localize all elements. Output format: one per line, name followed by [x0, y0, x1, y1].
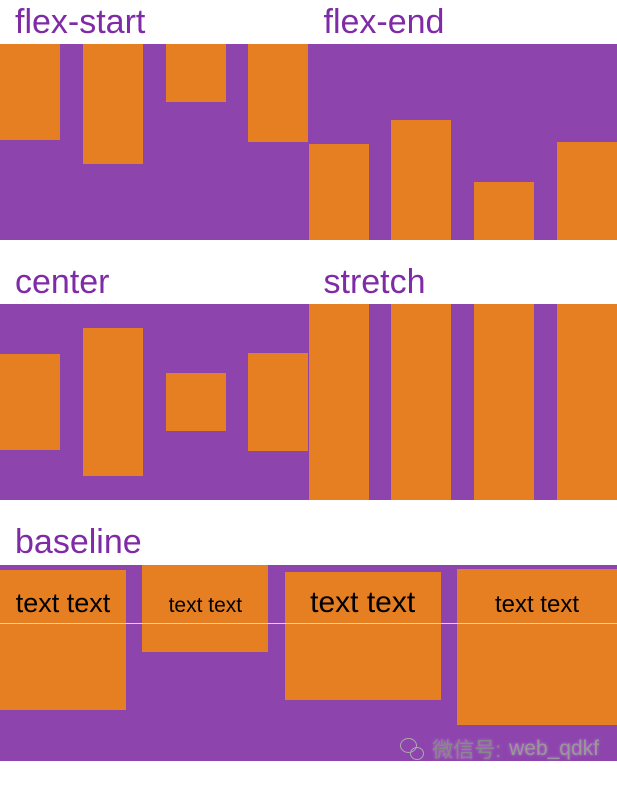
flex-container — [0, 304, 309, 500]
flex-item — [391, 304, 451, 500]
flex-container: text text text text text text text text — [0, 565, 617, 761]
flex-item — [166, 373, 226, 431]
diagram-grid: flex-start flex-end center stretch basel… — [0, 0, 617, 781]
item-text: text text — [495, 569, 579, 725]
item-text: text text — [169, 565, 243, 652]
flex-item — [309, 304, 369, 500]
flex-item — [474, 304, 534, 500]
flex-item — [391, 120, 451, 240]
box-stretch — [309, 304, 617, 500]
item-text: text text — [310, 572, 415, 700]
box-baseline: text text text text text text text text — [0, 565, 617, 761]
label-baseline: baseline — [0, 520, 617, 564]
flex-item — [166, 44, 226, 102]
watermark-label: 微信号: — [432, 734, 501, 764]
flex-item — [83, 44, 143, 164]
flex-item — [0, 44, 60, 140]
flex-item: text text — [285, 572, 441, 700]
flex-item: text text — [0, 570, 126, 710]
box-flex-start — [0, 44, 309, 240]
flex-container — [309, 304, 617, 500]
flex-item — [83, 328, 143, 476]
item-text: text text — [16, 570, 111, 710]
flex-item — [557, 304, 617, 500]
flex-item — [474, 182, 534, 240]
flex-item — [248, 44, 308, 142]
box-flex-end — [309, 44, 617, 240]
cell-flex-start: flex-start — [0, 0, 309, 260]
flex-container — [0, 44, 309, 240]
flex-item: text text — [457, 569, 617, 725]
flex-item: text text — [142, 565, 268, 652]
label-center: center — [0, 260, 309, 304]
flex-item — [309, 144, 369, 240]
wechat-icon — [400, 738, 424, 760]
label-flex-start: flex-start — [0, 0, 309, 44]
cell-flex-end: flex-end — [309, 0, 617, 260]
label-stretch: stretch — [309, 260, 617, 304]
cell-center: center — [0, 260, 309, 520]
watermark-id: web_qdkf — [509, 737, 599, 761]
flex-item — [248, 353, 308, 451]
cell-stretch: stretch — [309, 260, 617, 520]
flex-container — [309, 44, 617, 240]
baseline-guide — [0, 623, 617, 624]
flex-item — [0, 354, 60, 450]
label-flex-end: flex-end — [309, 0, 617, 44]
box-center — [0, 304, 309, 500]
watermark: 微信号: web_qdkf — [400, 734, 599, 764]
flex-item — [557, 142, 617, 240]
